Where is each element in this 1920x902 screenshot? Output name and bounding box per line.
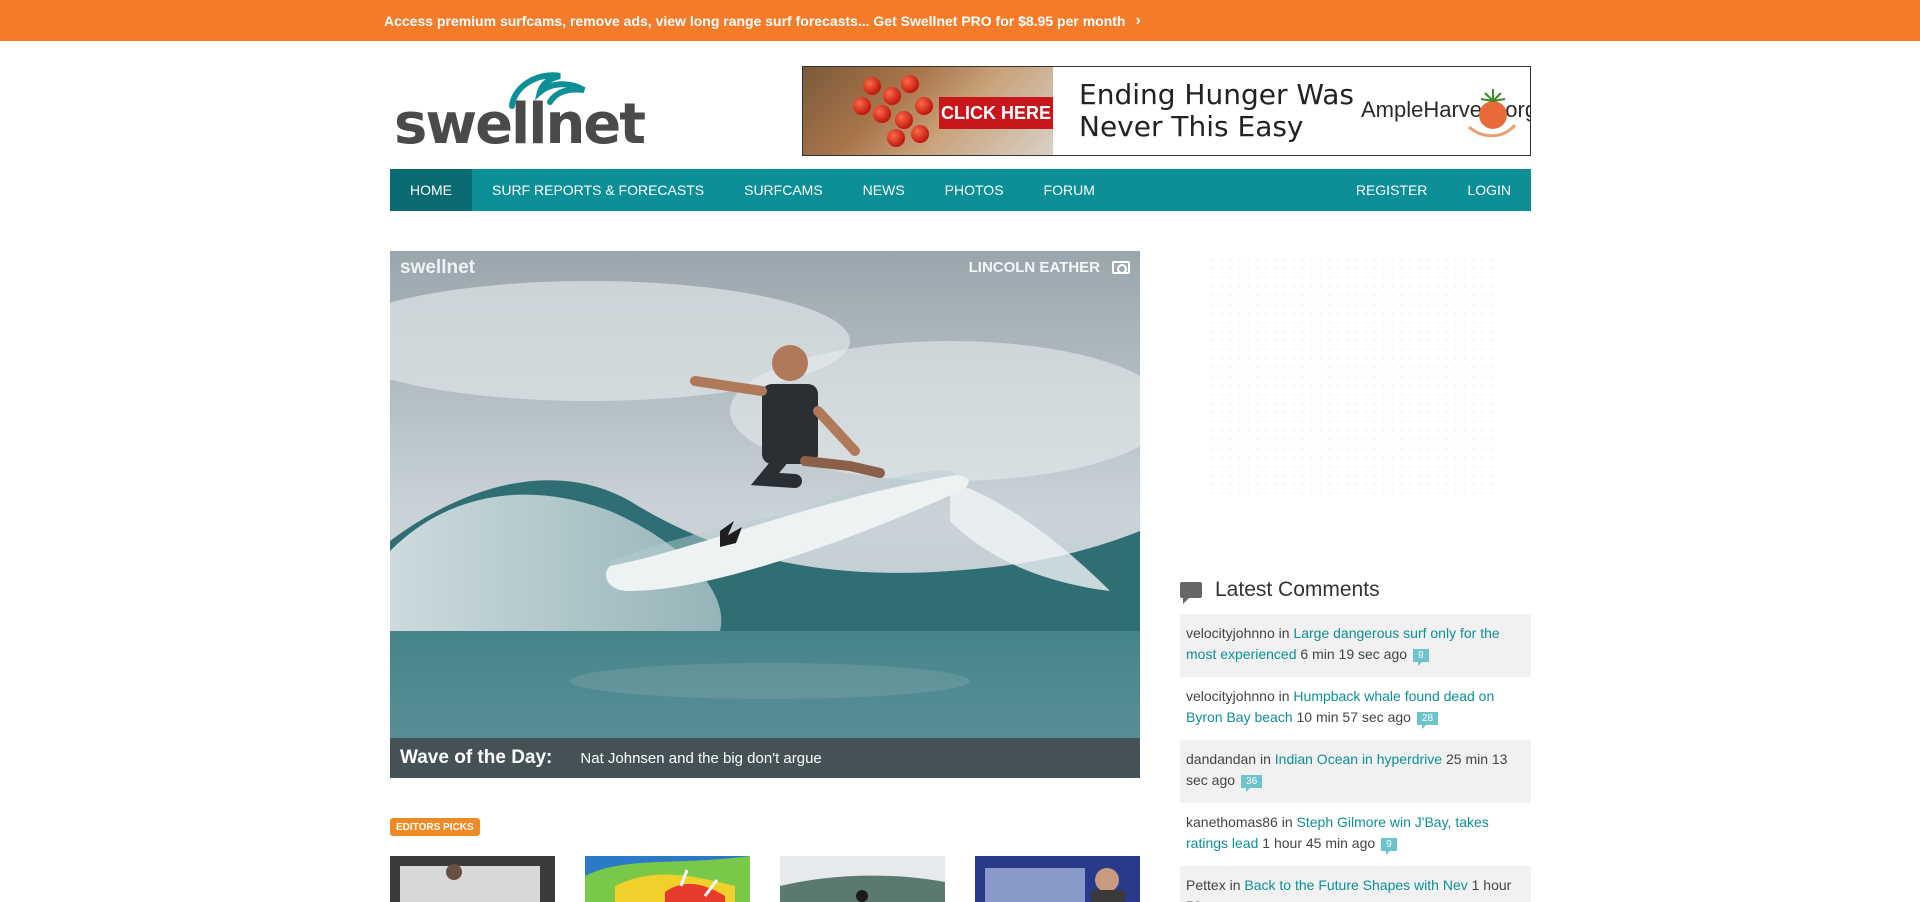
hero-surf-photo bbox=[390, 251, 1140, 778]
comment-user[interactable]: velocityjohnno bbox=[1186, 625, 1275, 641]
comment-time: 1 hour 45 min ago bbox=[1258, 835, 1376, 851]
comment-in: in bbox=[1256, 751, 1275, 767]
nav-forum[interactable]: FORUM bbox=[1024, 169, 1115, 211]
comment-count-badge[interactable]: 36 bbox=[1241, 775, 1263, 792]
comment-in: in bbox=[1225, 877, 1245, 893]
sidebar-ad-slot bbox=[1180, 251, 1531, 501]
photo-credit: LINCOLN EATHER bbox=[969, 259, 1130, 276]
chat-bubble-icon bbox=[1180, 582, 1202, 604]
editors-picks-badge: EDITORS PICKS bbox=[390, 818, 480, 836]
comment-in: in bbox=[1274, 688, 1294, 704]
comment-user[interactable]: dandandan bbox=[1186, 751, 1256, 767]
photo-credit-name: LINCOLN EATHER bbox=[968, 259, 1100, 276]
comment-item: velocityjohnno in Humpback whale found d… bbox=[1180, 677, 1531, 740]
promo-link[interactable]: Access premium surfcams, remove ads, vie… bbox=[384, 0, 1141, 41]
editors-pick-thumb-4[interactable] bbox=[975, 856, 1140, 902]
banner-ad[interactable]: CLICK HERE Ending Hunger Was Never This … bbox=[802, 66, 1531, 156]
hero-caption-bar[interactable]: Wave of the Day: Nat Johnsen and the big… bbox=[390, 738, 1140, 778]
comment-count-badge[interactable]: 9 bbox=[1413, 649, 1429, 666]
comment-in: in bbox=[1274, 625, 1294, 641]
comment-item: velocityjohnno in Large dangerous surf o… bbox=[1180, 614, 1531, 677]
hero-wave-of-the-day[interactable]: swellnet LINCOLN EATHER Wave of the Day:… bbox=[390, 251, 1140, 778]
ad-headline-line-2: Never This Easy bbox=[1079, 110, 1304, 143]
comment-in: in bbox=[1277, 814, 1297, 830]
comment-user[interactable]: Pettex bbox=[1186, 877, 1226, 893]
hero-title[interactable]: Nat Johnsen and the big don't argue bbox=[580, 750, 821, 767]
ad-click-here-button[interactable]: CLICK HERE bbox=[939, 97, 1053, 129]
nav-home[interactable]: HOME bbox=[390, 169, 472, 211]
comment-item: Pettex in Back to the Future Shapes with… bbox=[1180, 866, 1531, 902]
nav-photos[interactable]: PHOTOS bbox=[925, 169, 1024, 211]
hand-tomato-icon bbox=[1468, 89, 1517, 138]
latest-comments-title: Latest Comments bbox=[1215, 578, 1380, 601]
comment-article-link[interactable]: Indian Ocean in hyperdrive bbox=[1275, 751, 1442, 767]
nav-surf-reports[interactable]: SURF REPORTS & FORECASTS bbox=[472, 169, 724, 211]
latest-comments-header: Latest Comments bbox=[1180, 578, 1380, 604]
comment-time: 10 min 57 sec ago bbox=[1292, 709, 1411, 725]
comment-article-link[interactable]: Back to the Future Shapes with Nev bbox=[1244, 877, 1467, 893]
comment-item: kanethomas86 in Steph Gilmore win J'Bay,… bbox=[1180, 803, 1531, 866]
comment-count-badge[interactable]: 28 bbox=[1416, 712, 1439, 729]
comment-user[interactable]: velocityjohnno bbox=[1186, 688, 1275, 704]
camera-icon bbox=[1112, 261, 1130, 274]
editors-pick-thumb-1[interactable] bbox=[390, 856, 555, 902]
editors-pick-thumb-2[interactable] bbox=[585, 856, 750, 902]
ad-headline-line-1: Ending Hunger Was bbox=[1079, 78, 1355, 111]
ad-headline: Ending Hunger Was Never This Easy bbox=[1079, 79, 1354, 143]
site-logo[interactable]: swellnet bbox=[392, 68, 646, 157]
comment-item: dandandan in Indian Ocean in hyperdrive … bbox=[1180, 740, 1531, 803]
comment-time: 6 min 19 sec ago bbox=[1296, 646, 1408, 662]
promo-text: Access premium surfcams, remove ads, vie… bbox=[384, 12, 1126, 29]
nav-surfcams[interactable]: SURFCAMS bbox=[724, 169, 843, 211]
nav-login[interactable]: LOGIN bbox=[1447, 169, 1531, 211]
editors-pick-thumb-3[interactable] bbox=[780, 856, 945, 902]
logo-text: swellnet bbox=[394, 92, 646, 157]
comment-count-badge[interactable]: 9 bbox=[1381, 838, 1397, 855]
promo-bar[interactable]: Access premium surfcams, remove ads, vie… bbox=[0, 0, 1920, 41]
hero-watermark: swellnet bbox=[400, 257, 475, 278]
comment-user[interactable]: kanethomas86 bbox=[1186, 814, 1278, 830]
main-nav: HOME SURF REPORTS & FORECASTS SURFCAMS N… bbox=[390, 169, 1531, 211]
nav-register[interactable]: REGISTER bbox=[1336, 169, 1448, 211]
sidebar-ad-pattern bbox=[1208, 255, 1498, 495]
hero-label: Wave of the Day: bbox=[400, 747, 553, 768]
chevron-right-icon: › bbox=[1135, 11, 1141, 29]
nav-news[interactable]: NEWS bbox=[843, 169, 925, 211]
